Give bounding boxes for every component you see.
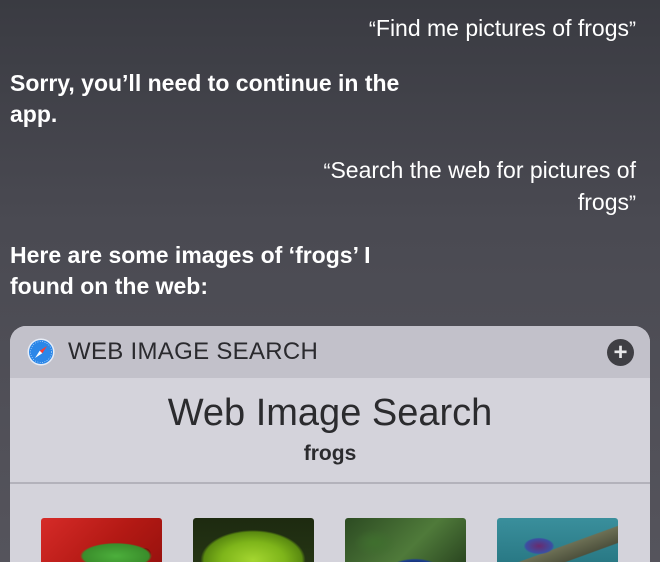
card-header-title: WEB IMAGE SEARCH [68, 338, 319, 365]
image-thumbnail-3[interactable] [345, 518, 466, 562]
close-quote: ” [629, 192, 636, 215]
assistant-reply-1: Sorry, you’ll need to continue in the ap… [10, 70, 400, 127]
close-quote: ” [629, 18, 636, 41]
web-image-search-card[interactable]: WEB IMAGE SEARCH + Web Image Search frog… [10, 326, 650, 562]
divider [10, 482, 650, 484]
user-utterance-2: “Search the web for pictures of frogs” [236, 155, 636, 219]
user-utterance-2-line2: frogs” [236, 187, 636, 219]
user-utterance-2-text-2: frogs [577, 189, 629, 215]
image-thumbnails [41, 518, 621, 562]
image-thumbnail-1[interactable] [41, 518, 162, 562]
user-utterance-1: “Find me pictures of frogs” [216, 13, 636, 45]
card-title: Web Image Search [167, 392, 493, 434]
safari-compass-icon [27, 338, 55, 366]
plus-icon[interactable]: + [607, 339, 634, 366]
open-quote: “ [368, 18, 376, 41]
user-utterance-2-line1: “Search the web for pictures of [236, 155, 636, 187]
card-header: WEB IMAGE SEARCH + [10, 326, 650, 378]
image-thumbnail-2[interactable] [193, 518, 314, 562]
image-thumbnail-4[interactable] [497, 518, 618, 562]
user-utterance-2-text-1: Search the web for pictures of [330, 157, 636, 183]
assistant-reply-2: Here are some images of ‘frogs’ I found … [10, 242, 371, 299]
search-query: frogs [303, 442, 357, 465]
user-utterance-1-text: Find me pictures of frogs [375, 15, 629, 41]
